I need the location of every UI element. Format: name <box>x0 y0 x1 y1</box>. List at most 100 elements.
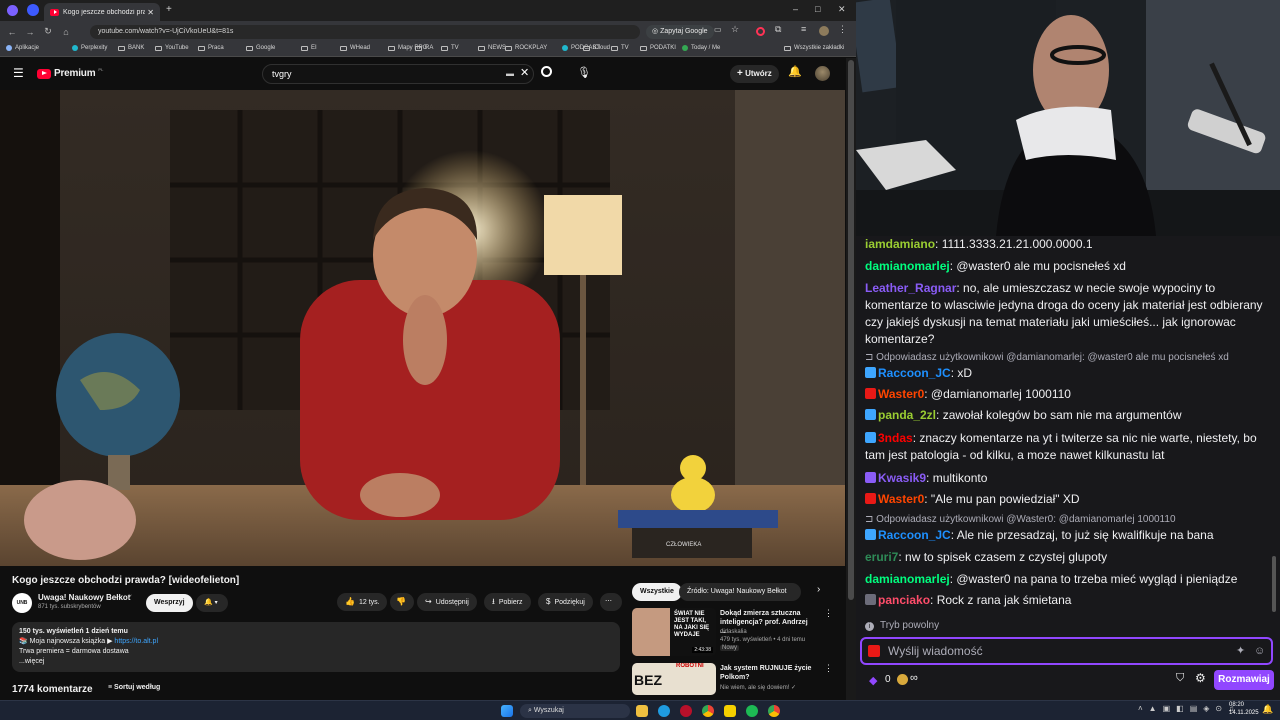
chat-username[interactable]: eruri7 <box>865 550 898 564</box>
sort-comments-button[interactable]: ≡ Sortuj według <box>108 684 160 691</box>
clock-date[interactable]: 14.11.2025 <box>1229 710 1259 716</box>
file-explorer-icon[interactable] <box>636 705 648 717</box>
channel-points-icon[interactable] <box>897 674 908 685</box>
maximize-icon[interactable]: □ <box>815 4 820 14</box>
all-bookmarks[interactable]: Wszystkie zakładki <box>784 45 844 51</box>
channel-avatar[interactable]: UNB <box>12 593 32 613</box>
bits-icon[interactable]: ◆ <box>869 674 877 687</box>
close-tab-icon[interactable]: ✕ <box>147 8 154 17</box>
chat-message[interactable]: Leather_Ragnar: no, ale umieszczasz w ne… <box>865 280 1269 348</box>
app-red-icon[interactable] <box>680 705 692 717</box>
search-icon[interactable] <box>541 66 552 77</box>
video-player[interactable]: CZŁOWIEKA <box>0 90 845 566</box>
create-button[interactable]: + Utwórz <box>730 65 779 83</box>
tray-icons[interactable]: ˄▲▣◧▤◈⊙♫ <box>1138 704 1240 713</box>
profile-icon[interactable] <box>7 5 18 16</box>
recommended-video-2[interactable]: BEZ ROBOTNI Jak system RUJNUJE życie Pol… <box>632 663 833 700</box>
bookmark-item[interactable]: WHead <box>340 45 370 51</box>
chat-username[interactable]: iamdamiano <box>865 237 935 251</box>
bookmark-item[interactable]: TV <box>441 45 459 51</box>
chat-message[interactable]: damianomarlej: @waster0 ale mu pocisnełe… <box>865 258 1269 275</box>
show-more-link[interactable]: ...więcej <box>19 657 613 667</box>
keyboard-icon[interactable]: ▬ <box>506 65 514 83</box>
bookmark-item[interactable]: Praca <box>198 45 224 51</box>
channel-name[interactable]: Uwaga! Naukowy Bełkot <box>38 593 130 602</box>
forward-icon[interactable]: → <box>21 27 39 37</box>
recommended-video-1[interactable]: ŚWIAT NIE JEST TAKI, NA JAKI SIĘ WYDAJE … <box>632 608 833 658</box>
rec-menu-icon[interactable]: ⋮ <box>824 663 833 674</box>
start-icon[interactable] <box>501 705 513 717</box>
chat-username[interactable]: Leather_Ragnar <box>865 281 956 295</box>
more-actions-button[interactable]: ⋯ <box>600 593 622 611</box>
chat-message[interactable]: Kwasik9: multikonto <box>865 470 1269 487</box>
bookmark-item[interactable]: RA <box>415 45 433 51</box>
support-button[interactable]: Wesprzyj <box>146 594 193 612</box>
youtube-logo[interactable]: Premium PL <box>37 67 103 79</box>
bookmark-item[interactable]: ROCKPLAY <box>505 45 547 51</box>
chat-username[interactable]: Raccoon_JC <box>878 366 951 380</box>
ask-google-button[interactable]: ◎ Zapytaj Google <box>646 25 714 39</box>
notifications-icon[interactable]: 🔔 <box>1262 704 1273 715</box>
chips-next-icon[interactable]: › <box>817 584 820 595</box>
clock-time[interactable]: 08:20 <box>1229 702 1244 708</box>
chat-username[interactable]: Kwasik9 <box>878 471 926 485</box>
hamburger-menu-icon[interactable]: ☰ <box>13 66 24 80</box>
taskbar-search[interactable]: ⌕ Wyszukaj <box>520 704 630 718</box>
thanks-button[interactable]: $ Podziękuj <box>538 593 593 611</box>
bookmark-star-icon[interactable]: ☆ <box>731 24 739 35</box>
back-icon[interactable]: ← <box>3 27 21 37</box>
extensions-icon[interactable]: ⧉ <box>775 24 781 35</box>
chat-message[interactable]: eruri7: nw to spisek czasem z czystej gl… <box>865 549 1269 566</box>
chat-message[interactable]: Raccoon_JC: Ale nie przesadzaj, to już s… <box>865 527 1269 544</box>
chat-username[interactable]: damianomarlej <box>865 572 950 586</box>
cast-icon[interactable]: ▭ <box>714 25 722 34</box>
notes-icon[interactable] <box>724 705 736 717</box>
download-button[interactable]: ⭳ Pobierz <box>484 593 531 611</box>
share-button[interactable]: ↪ Udostępnij <box>417 593 477 611</box>
account-avatar[interactable] <box>815 66 830 81</box>
chat-username[interactable]: Waster0 <box>878 492 924 506</box>
bookmark-item[interactable]: NEWS <box>478 45 506 51</box>
extension-red-icon[interactable] <box>756 27 765 36</box>
book-link[interactable]: https://to.alt.pl <box>114 638 158 645</box>
bookmark-item[interactable]: YouTube <box>155 45 189 51</box>
chat-settings-icon[interactable]: ⚙ <box>1195 671 1206 685</box>
bookmark-item[interactable]: EI <box>301 45 317 51</box>
rec-chip-all[interactable]: Wszystkie <box>632 583 682 601</box>
url-field[interactable]: youtube.com/watch?v=-UjCiVkoUeU&t=81s <box>90 25 640 39</box>
reload-icon[interactable]: ↻ <box>39 26 57 37</box>
avatar[interactable] <box>819 26 829 36</box>
home-icon[interactable]: ⌂ <box>57 27 75 37</box>
dislike-button[interactable]: 👎 <box>390 593 414 611</box>
chat-username[interactable]: panciako <box>878 593 930 607</box>
bookmark-item[interactable]: TV <box>611 45 629 51</box>
chrome-active-icon[interactable] <box>768 705 780 717</box>
bookmark-item[interactable]: Google <box>246 45 275 51</box>
chat-input[interactable]: Wyślij wiadomość ✦ ☺ <box>860 637 1273 665</box>
chat-message[interactable]: Waster0: @damianomarlej 1000110 <box>865 386 1269 403</box>
chat-username[interactable]: damianomarlej <box>865 259 950 273</box>
chat-send-button[interactable]: Rozmawiaj <box>1214 670 1274 690</box>
chat-message[interactable]: Raccoon_JC: xD <box>865 365 1269 382</box>
clear-search-icon[interactable]: ✕ <box>520 64 529 82</box>
chat-username[interactable]: panda_2zl <box>878 408 936 422</box>
chat-message[interactable]: 3ndas: znaczy komentarze na yt i twiterz… <box>865 430 1269 464</box>
like-button[interactable]: 👍 12 tys. <box>337 593 387 611</box>
chat-message[interactable]: panciako: Rock z rana jak śmietana <box>865 592 1269 609</box>
description-box[interactable]: 150 tys. wyświetleń 1 dzień temu 📚 Moja … <box>12 622 620 672</box>
bookmark-item[interactable]: Perplexity <box>72 45 107 51</box>
notifications-bell-icon[interactable]: 🔔 <box>788 65 802 78</box>
bookmark-item[interactable]: Aplikacje <box>6 45 39 51</box>
chat-message[interactable]: damianomarlej: @waster0 na pana to trzeb… <box>865 571 1269 588</box>
tab-youtube[interactable]: Kogo jeszcze obchodzi prawda? ✕ <box>44 3 160 21</box>
search-input[interactable]: tvgry ▬ ✕ <box>262 64 534 84</box>
bookmark-item[interactable]: BANK <box>118 45 144 51</box>
chrome-icon[interactable] <box>702 705 714 717</box>
bookmark-item[interactable]: Today / Me <box>682 45 720 51</box>
rec-menu-icon[interactable]: ⋮ <box>824 608 833 619</box>
bookmark-item[interactable]: PODATKI <box>640 45 676 51</box>
chat-scrollbar[interactable] <box>1272 556 1276 612</box>
shield-icon[interactable]: ⛉ <box>1176 672 1184 685</box>
ai-sparkle-icon[interactable]: ✦ <box>1236 639 1245 663</box>
playlist-icon[interactable]: ≡ <box>801 24 806 34</box>
